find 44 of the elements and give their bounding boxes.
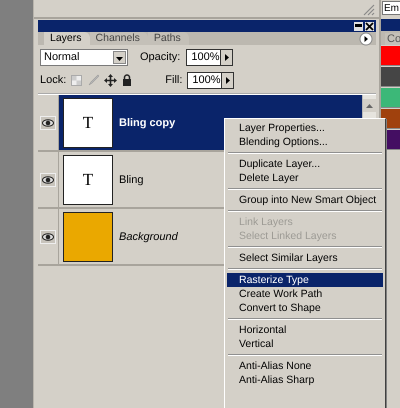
panel-tab[interactable]: Paths bbox=[148, 32, 189, 45]
blend-mode-dropdown[interactable]: Normal bbox=[40, 48, 128, 66]
menu-item[interactable]: Vertical bbox=[227, 337, 383, 351]
scroll-up-button[interactable] bbox=[363, 99, 376, 112]
layer-thumbnail: T bbox=[63, 98, 113, 148]
menu-item[interactable]: Rasterize Type bbox=[227, 273, 383, 287]
color-swatch[interactable] bbox=[381, 67, 400, 87]
eye-icon bbox=[42, 232, 54, 240]
layer-thumbnail: T bbox=[63, 154, 113, 204]
up-arrow-icon bbox=[366, 104, 373, 108]
lock-icon[interactable] bbox=[122, 74, 132, 86]
opacity-label: Opacity: bbox=[140, 51, 180, 63]
close-button[interactable] bbox=[365, 22, 374, 30]
visibility-toggle[interactable] bbox=[40, 230, 56, 244]
slider-arrow-icon bbox=[226, 76, 230, 84]
resize-grip-icon[interactable] bbox=[361, 2, 375, 16]
text-field[interactable]: Em bbox=[382, 1, 400, 15]
menu-item[interactable]: Horizontal bbox=[227, 323, 383, 337]
panel-title-bar bbox=[381, 19, 400, 31]
panel-menu-icon[interactable] bbox=[359, 32, 373, 46]
panel-tab[interactable]: Layers bbox=[44, 32, 90, 45]
fill-label: Fill: bbox=[165, 74, 182, 86]
move-icon[interactable] bbox=[104, 74, 118, 86]
minimize-button[interactable] bbox=[354, 22, 363, 30]
fill-field[interactable]: 100% bbox=[187, 72, 234, 88]
slider-arrow-icon bbox=[224, 54, 229, 60]
dropdown-arrow-icon bbox=[116, 56, 123, 60]
menu-item[interactable]: Anti-Alias None bbox=[227, 359, 383, 373]
eye-icon bbox=[42, 176, 54, 184]
eye-icon bbox=[42, 118, 54, 126]
layer-name: Bling copy bbox=[119, 116, 176, 128]
menu-item[interactable]: Convert to Shape bbox=[227, 301, 383, 315]
visibility-toggle[interactable] bbox=[40, 116, 56, 130]
layer-name: Background bbox=[119, 230, 178, 242]
visibility-toggle[interactable] bbox=[40, 172, 56, 186]
menu-item[interactable]: Create Work Path bbox=[227, 287, 383, 301]
color-swatch[interactable] bbox=[381, 46, 400, 66]
menu-item[interactable]: Anti-Alias Sharp bbox=[227, 373, 383, 387]
color-swatch[interactable] bbox=[381, 88, 400, 108]
layer-name: Bling bbox=[119, 174, 144, 186]
lock-label: Lock: bbox=[40, 74, 66, 86]
opacity-field[interactable]: 100% bbox=[186, 48, 234, 66]
close-icon bbox=[365, 22, 374, 30]
panel-tab[interactable]: Channels bbox=[90, 32, 148, 45]
